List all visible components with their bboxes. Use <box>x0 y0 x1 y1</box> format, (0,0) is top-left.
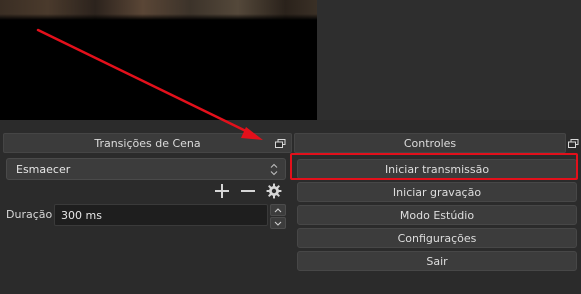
controls-dock-title: Controles <box>403 136 457 150</box>
settings-label: Configurações <box>397 231 477 245</box>
exit-button[interactable]: Sair <box>297 251 577 271</box>
right-empty-area <box>317 0 581 120</box>
minus-icon <box>241 190 255 192</box>
controls-dock-header[interactable]: Controles <box>294 133 566 153</box>
studio-mode-label: Modo Estúdio <box>399 208 475 222</box>
transitions-dock-header[interactable]: Transições de Cena <box>3 133 292 153</box>
exit-label: Sair <box>426 254 448 268</box>
controls-dock-float-icon[interactable] <box>568 138 579 151</box>
transitions-dock-float-icon[interactable] <box>275 138 286 151</box>
transition-select-value: Esmaecer <box>16 162 71 176</box>
preview-canvas[interactable] <box>0 0 317 120</box>
duration-value: 300 ms <box>61 208 102 222</box>
add-transition-button[interactable] <box>213 182 231 200</box>
preview-video-strip <box>0 0 317 20</box>
studio-mode-button[interactable]: Modo Estúdio <box>297 205 577 225</box>
plus-icon <box>215 184 229 198</box>
transitions-dock-title: Transições de Cena <box>94 136 201 150</box>
remove-transition-button[interactable] <box>239 182 257 200</box>
chevron-up-icon <box>274 207 282 212</box>
duration-down-button[interactable] <box>270 217 286 229</box>
duration-input[interactable]: 300 ms <box>54 204 268 226</box>
start-recording-button[interactable]: Iniciar gravação <box>297 182 577 202</box>
gear-icon <box>266 183 282 199</box>
transition-settings-button[interactable] <box>265 182 283 200</box>
duration-stepper[interactable] <box>270 204 286 229</box>
highlight-box <box>290 153 578 180</box>
start-recording-label: Iniciar gravação <box>392 185 482 199</box>
up-down-arrows-icon <box>269 163 279 176</box>
transition-select[interactable]: Esmaecer <box>6 158 286 180</box>
duration-label: Duração <box>6 208 53 221</box>
settings-button[interactable]: Configurações <box>297 228 577 248</box>
duration-up-button[interactable] <box>270 204 286 216</box>
chevron-down-icon <box>274 221 282 226</box>
